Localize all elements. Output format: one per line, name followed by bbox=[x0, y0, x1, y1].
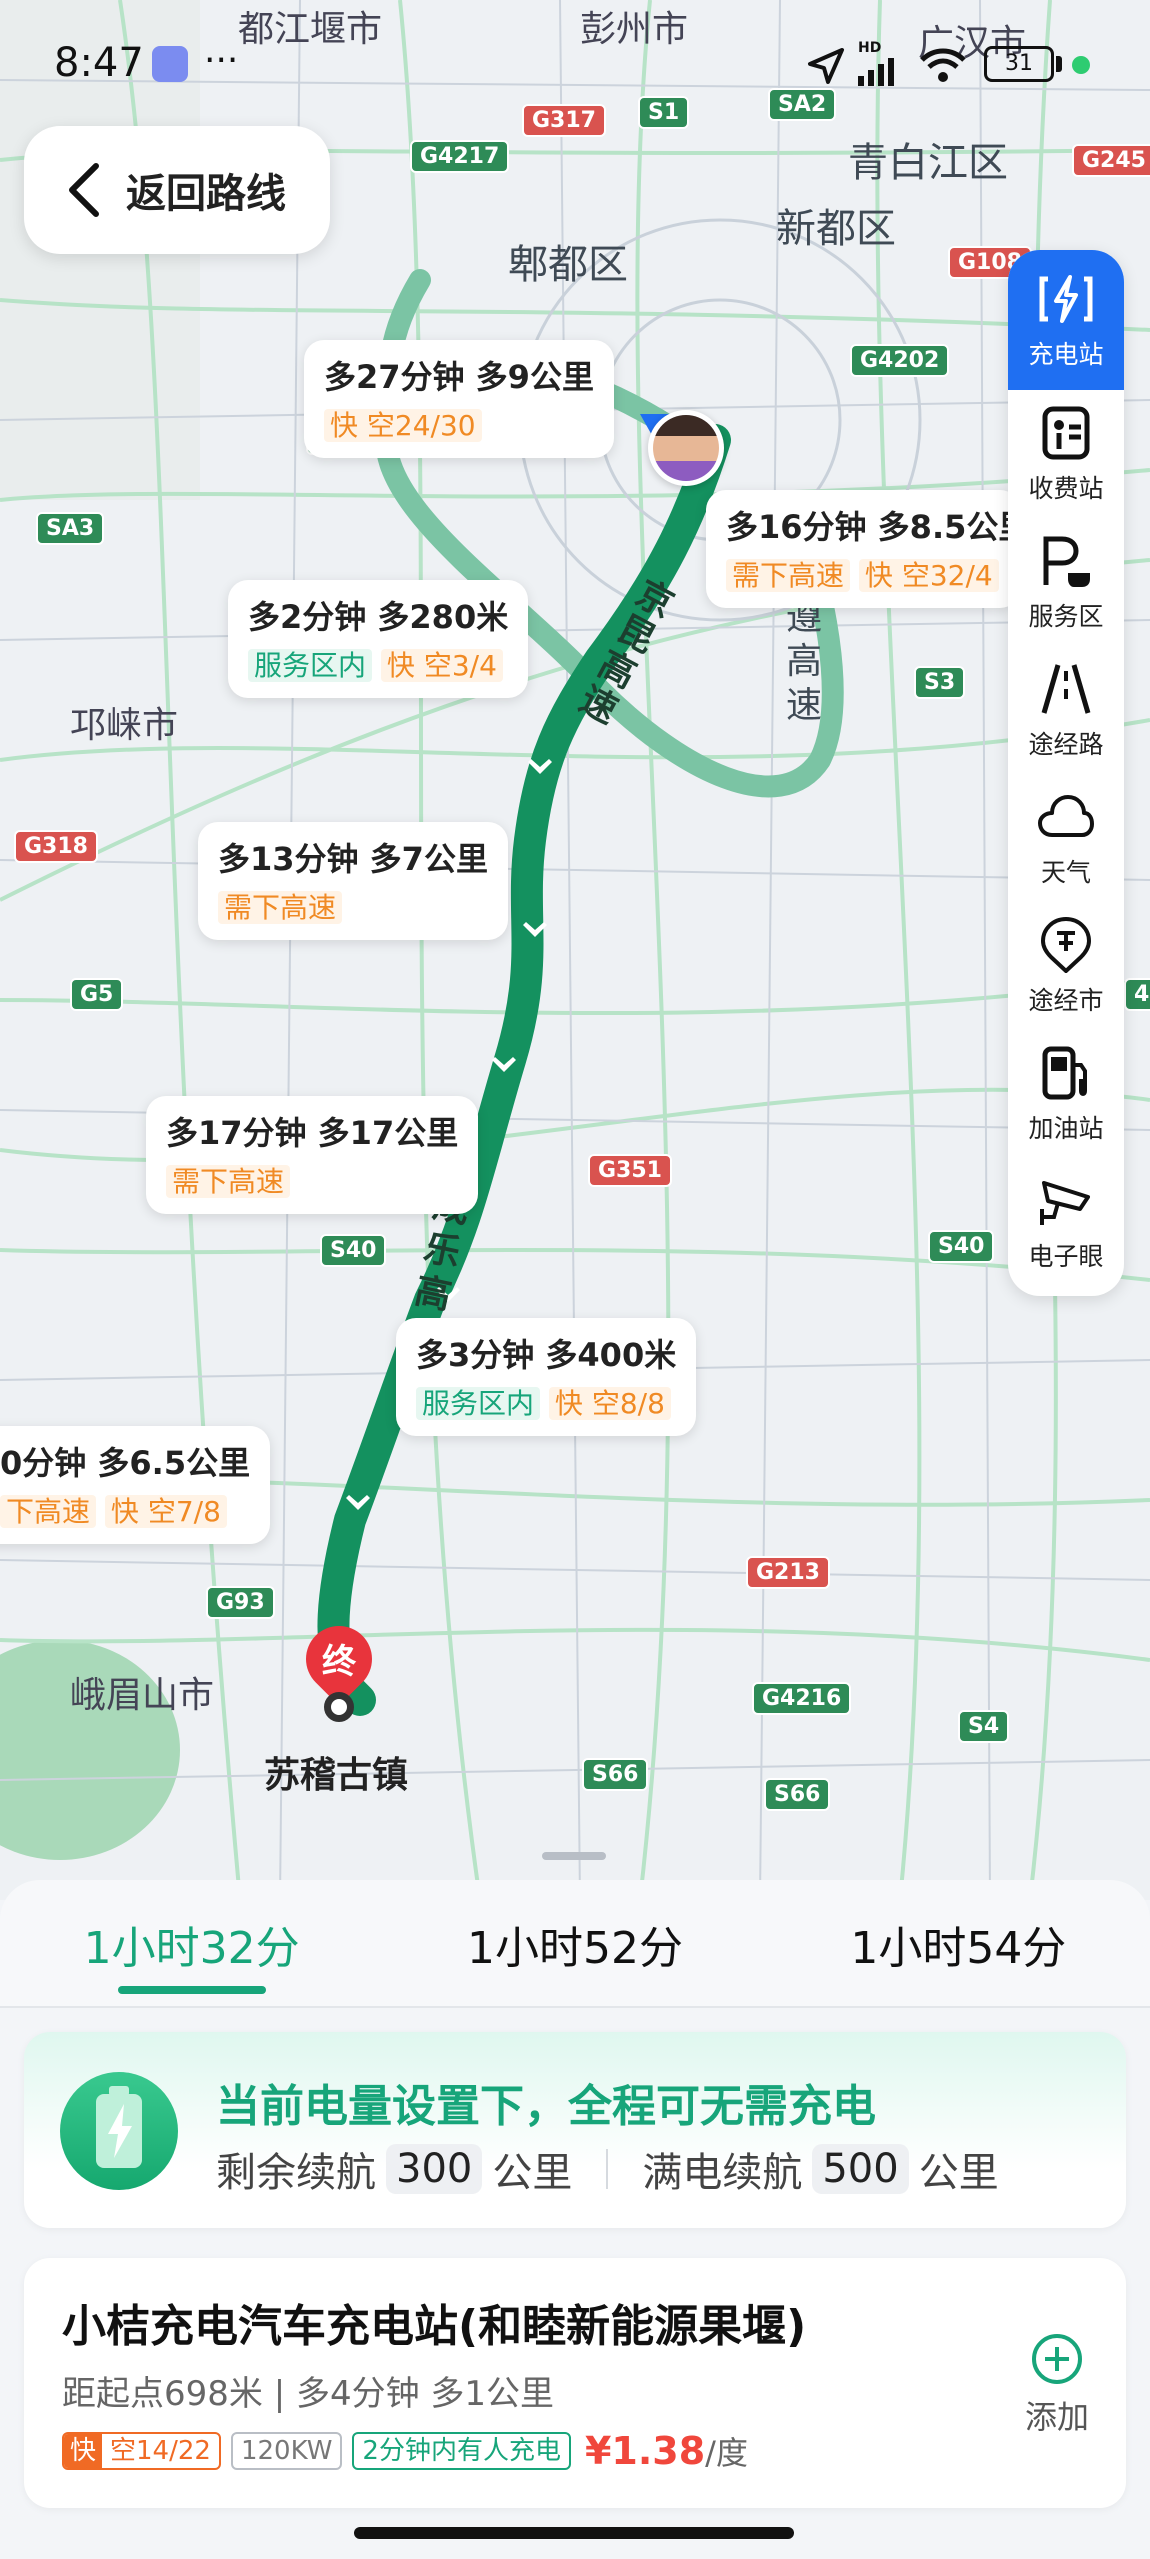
route-bubble[interactable]: 多3分钟 多400米 服务区内 快 空8/8 bbox=[396, 1318, 697, 1436]
app-indicator-icon bbox=[152, 46, 188, 82]
place-label: 峨眉山市 bbox=[70, 1675, 215, 1716]
road-shield: G245 bbox=[1072, 144, 1150, 177]
back-to-route-button[interactable]: 返回路线 bbox=[24, 126, 330, 254]
side-item-service-area[interactable]: 服务区 bbox=[1008, 518, 1124, 646]
add-station-button[interactable]: 添加 bbox=[1012, 2332, 1102, 2438]
add-label: 添加 bbox=[1024, 2398, 1089, 2436]
back-label: 返回路线 bbox=[126, 171, 286, 217]
power-badge: 120KW bbox=[230, 2432, 343, 2470]
active-indicator-icon bbox=[1072, 56, 1090, 74]
camera-icon bbox=[1036, 1171, 1096, 1231]
road-shield: G213 bbox=[746, 1556, 830, 1589]
place-label: 青白江区 bbox=[848, 140, 1008, 186]
road-shield: S3 bbox=[914, 666, 966, 699]
side-item-toll-station[interactable]: 收费站 bbox=[1008, 390, 1124, 518]
station-price: ¥1.38 bbox=[584, 2429, 706, 2473]
charging-station-icon bbox=[1036, 269, 1096, 329]
road-shield: G318 bbox=[14, 830, 98, 863]
tab-route-2[interactable]: 1小时52分 bbox=[383, 1880, 766, 2008]
side-item-camera[interactable]: 电子眼 bbox=[1008, 1158, 1124, 1286]
road-shield: G351 bbox=[588, 1154, 672, 1187]
end-marker-label: 终 bbox=[322, 1642, 356, 1682]
road-shield: G4216 bbox=[752, 1682, 852, 1715]
location-icon bbox=[806, 46, 846, 90]
road-shield: G5 bbox=[70, 978, 124, 1011]
side-item-weather[interactable]: 天气 bbox=[1008, 774, 1124, 902]
charging-station-card[interactable]: 小桔充电汽车充电站(和睦新能源果堰) 距起点698米 | 多4分钟 多1公里 快… bbox=[24, 2258, 1126, 2508]
road-shield: S40 bbox=[320, 1234, 387, 1267]
via-road-icon bbox=[1036, 659, 1096, 719]
side-menu: 充电站 收费站 服务区 途经路 天气 途经市 加油站 电子眼 bbox=[1008, 250, 1124, 1296]
road-shield: G4202 bbox=[850, 344, 950, 377]
fast-charge-badge: 快 空14/22 bbox=[62, 2432, 221, 2470]
road-shield: S40 bbox=[928, 1230, 995, 1263]
station-tags: 快 空14/22 120KW 2分钟内有人充电 ¥1.38 /度 bbox=[62, 2428, 748, 2474]
signal-icon bbox=[858, 56, 904, 90]
route-bubble[interactable]: 多2分钟 多280米 服务区内 快 空3/4 bbox=[228, 580, 529, 698]
road-shield: 4 bbox=[1124, 978, 1150, 1011]
weather-icon bbox=[1036, 787, 1096, 847]
station-name: 小桔充电汽车充电站(和睦新能源果堰) bbox=[62, 2301, 807, 2352]
place-label: 郫都区 bbox=[508, 242, 628, 288]
battery-level: 31 bbox=[1005, 51, 1033, 76]
route-tabs: 1小时32分 1小时52分 1小时54分 bbox=[0, 1880, 1150, 2008]
road-shield: G4217 bbox=[410, 140, 510, 173]
add-circle-icon bbox=[1032, 2334, 1082, 2384]
service-area-icon bbox=[1036, 531, 1096, 591]
road-name-chengzun: 遵高速 bbox=[786, 597, 823, 726]
full-range-value[interactable]: 500 bbox=[812, 2144, 909, 2194]
route-bubble[interactable]: 多13分钟 多7公里 需下高速 bbox=[198, 822, 508, 940]
recent-use-badge: 2分钟内有人充电 bbox=[352, 2432, 571, 2470]
status-more: ··· bbox=[204, 40, 239, 81]
app: 终 都江堰市 彭州市 广汉市 青白江区 新都区 郫都区 邛崃市 峨眉山市 苏稽古… bbox=[0, 0, 1150, 2559]
place-label: 苏稽古镇 bbox=[264, 1755, 409, 1796]
side-item-gas-station[interactable]: 加油站 bbox=[1008, 1030, 1124, 1158]
tab-route-1[interactable]: 1小时32分 bbox=[0, 1880, 383, 2008]
gas-station-icon bbox=[1036, 1043, 1096, 1103]
route-bubble[interactable]: 多17分钟 多17公里 需下高速 bbox=[146, 1096, 479, 1214]
place-label: 邛崃市 bbox=[70, 705, 179, 746]
place-label: 新都区 bbox=[776, 206, 896, 252]
status-time: 8:47 bbox=[54, 40, 144, 86]
battery-icon-large bbox=[60, 2072, 178, 2190]
chevron-left-icon bbox=[69, 163, 99, 217]
road-shield: G93 bbox=[206, 1586, 275, 1619]
home-indicator[interactable] bbox=[354, 2527, 794, 2539]
price-unit: /度 bbox=[705, 2434, 748, 2472]
tab-route-3[interactable]: 1小时54分 bbox=[767, 1880, 1150, 2008]
remain-range-value[interactable]: 300 bbox=[386, 2144, 483, 2194]
status-bar: 8:47 ··· HD 31 bbox=[0, 0, 1150, 130]
station-info: 距起点698米 | 多4分钟 多1公里 bbox=[62, 2374, 555, 2414]
via-city-icon bbox=[1036, 915, 1096, 975]
battery-icon: 31 bbox=[984, 46, 1054, 82]
map[interactable]: 终 都江堰市 彭州市 广汉市 青白江区 新都区 郫都区 邛崃市 峨眉山市 苏稽古… bbox=[0, 0, 1150, 1900]
range-row: 剩余续航 300 公里 满电续航 500 公里 bbox=[216, 2144, 999, 2196]
road-shield: S66 bbox=[764, 1778, 831, 1811]
network-label: HD bbox=[858, 40, 882, 56]
route-bubble[interactable]: 多16分钟 多8.5公里 需下高速 快 空32/4 bbox=[706, 490, 1020, 608]
battery-range-card[interactable]: 当前电量设置下，全程可无需充电 剩余续航 300 公里 满电续航 500 公里 bbox=[24, 2032, 1126, 2228]
side-item-charging-station[interactable]: 充电站 bbox=[1008, 250, 1124, 390]
side-item-via-road[interactable]: 途经路 bbox=[1008, 646, 1124, 774]
road-shield: SA3 bbox=[36, 512, 105, 545]
wifi-icon bbox=[918, 46, 968, 90]
side-item-via-city[interactable]: 途经市 bbox=[1008, 902, 1124, 1030]
route-bubble[interactable]: 多27分钟 多9公里 快 空24/30 bbox=[304, 340, 614, 458]
road-shield: S4 bbox=[958, 1710, 1010, 1743]
sheet-drag-handle[interactable] bbox=[542, 1852, 606, 1860]
toll-station-icon bbox=[1036, 403, 1096, 463]
avatar[interactable] bbox=[648, 410, 724, 486]
battery-headline: 当前电量设置下，全程可无需充电 bbox=[216, 2081, 876, 2132]
end-marker[interactable]: 终 bbox=[292, 1612, 386, 1722]
route-bubble[interactable]: 0分钟 多6.5公里 下高速 快 空7/8 bbox=[0, 1426, 271, 1544]
road-shield: S66 bbox=[582, 1758, 649, 1791]
tabs-divider bbox=[0, 2006, 1150, 2008]
